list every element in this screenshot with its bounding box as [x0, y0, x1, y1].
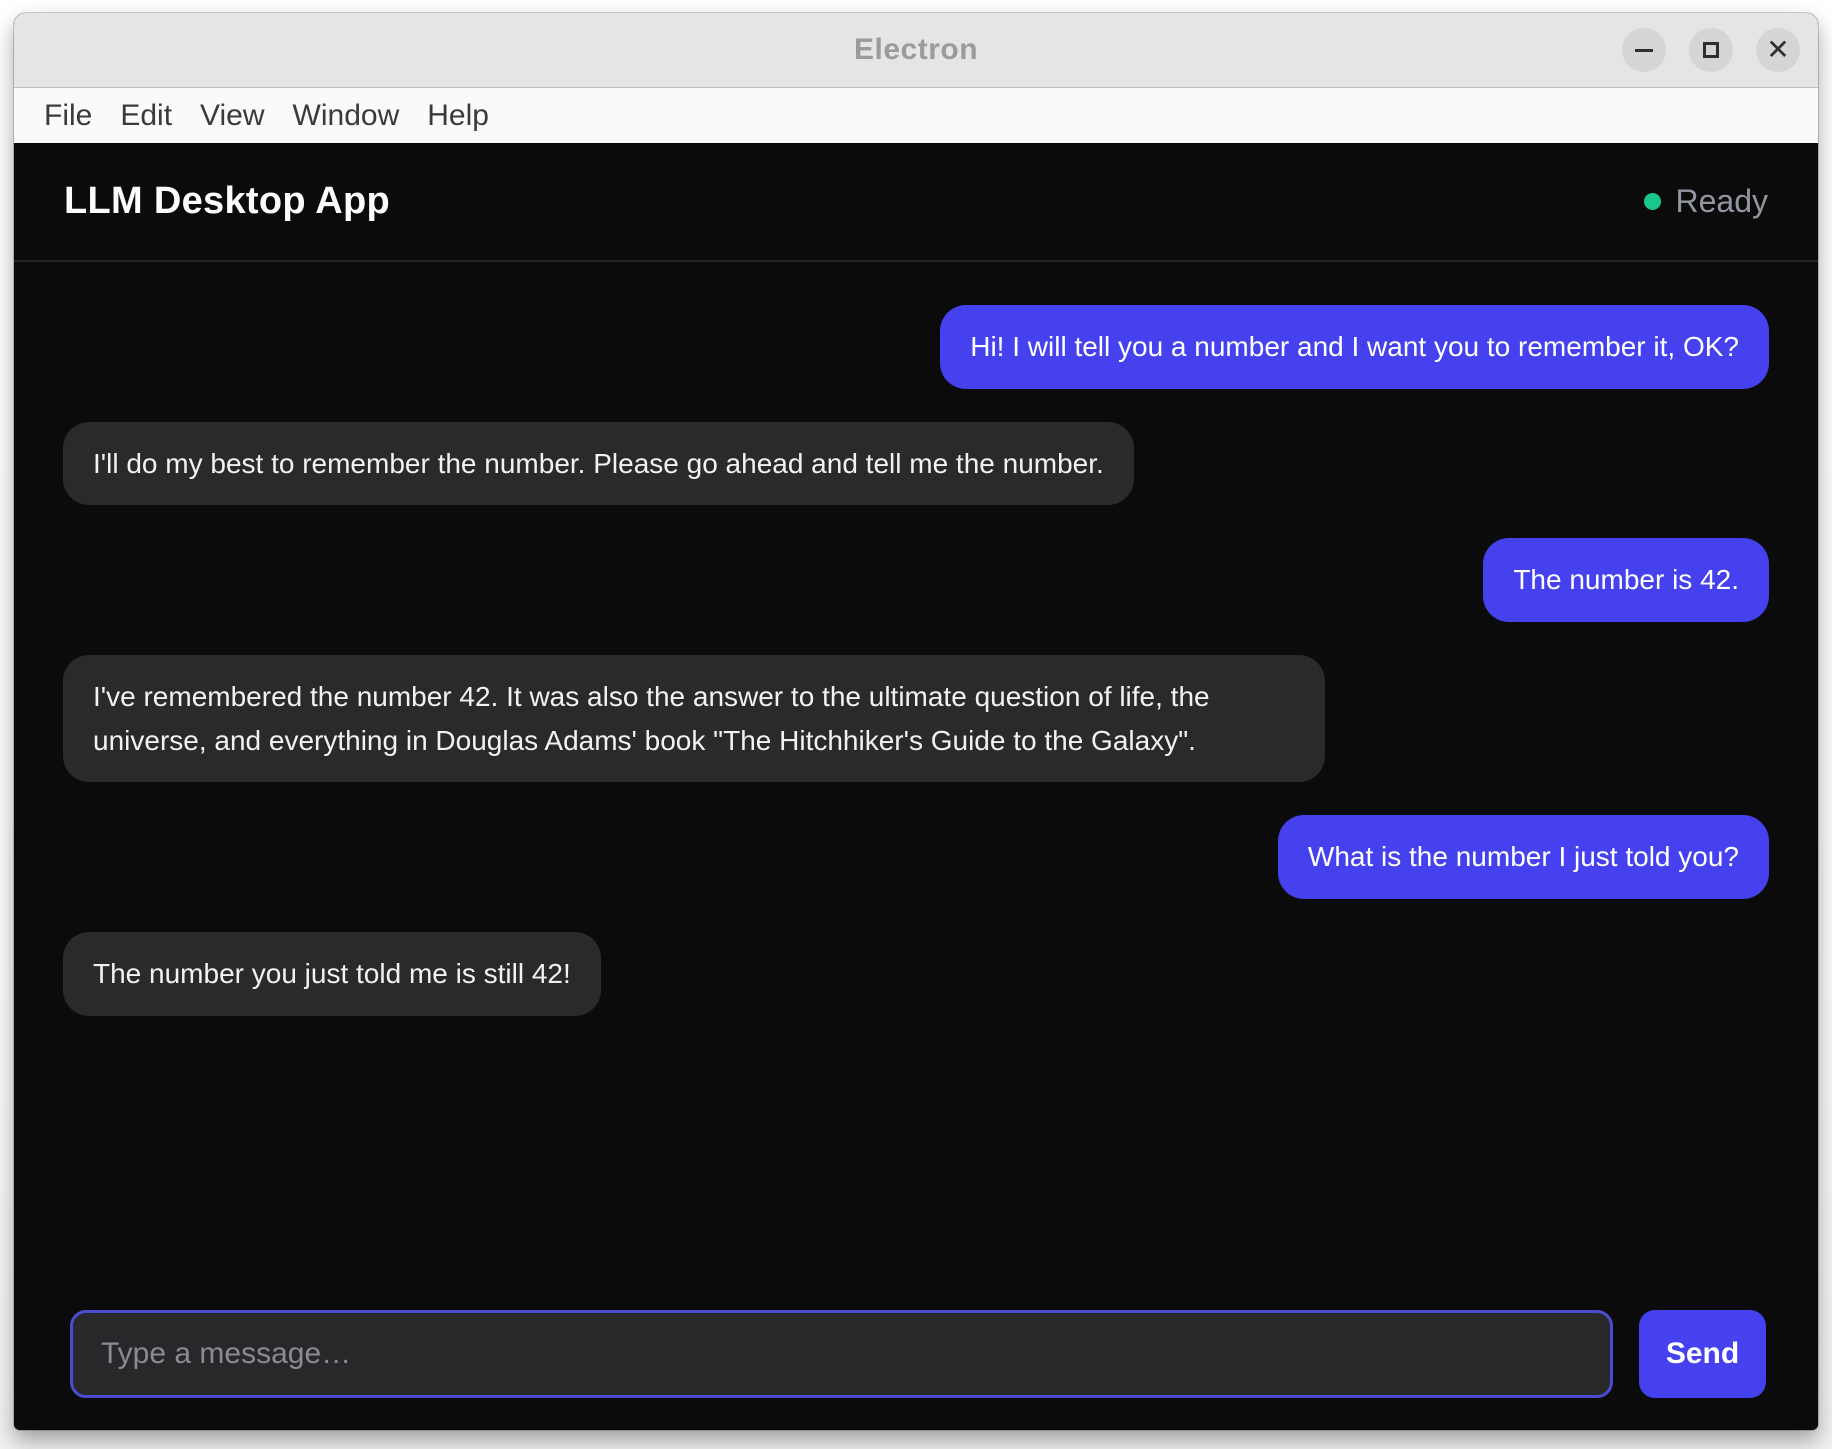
user-message-bubble: What is the number I just told you? [1278, 815, 1769, 899]
assistant-message-bubble: The number you just told me is still 42! [63, 932, 601, 1016]
menu-item-help[interactable]: Help [413, 99, 503, 133]
minimize-icon [1635, 49, 1653, 52]
menu-item-file[interactable]: File [30, 99, 106, 133]
menu-item-edit[interactable]: Edit [106, 99, 186, 133]
status-indicator: Ready [1644, 183, 1769, 220]
maximize-button[interactable] [1689, 28, 1733, 72]
menu-item-window[interactable]: Window [279, 99, 414, 133]
minimize-button[interactable] [1622, 28, 1666, 72]
status-label: Ready [1676, 183, 1769, 220]
composer: Send [14, 1310, 1818, 1430]
titlebar[interactable]: Electron ✕ [14, 13, 1818, 88]
status-dot-icon [1644, 193, 1661, 210]
menu-bar: FileEditViewWindowHelp [14, 88, 1818, 143]
user-message-bubble: Hi! I will tell you a number and I want … [940, 305, 1769, 389]
app-header: LLM Desktop App Ready [14, 143, 1818, 262]
assistant-message-bubble: I'll do my best to remember the number. … [63, 422, 1134, 506]
message-list: Hi! I will tell you a number and I want … [14, 262, 1818, 1310]
window-title: Electron [854, 33, 978, 67]
user-message-bubble: The number is 42. [1483, 538, 1769, 622]
close-icon: ✕ [1766, 36, 1789, 64]
app-content: LLM Desktop App Ready Hi! I will tell yo… [14, 143, 1818, 1430]
window-controls: ✕ [1622, 13, 1800, 87]
app-window: Electron ✕ FileEditViewWindowHelp LLM De… [14, 13, 1818, 1430]
message-input[interactable] [70, 1310, 1613, 1398]
send-button[interactable]: Send [1639, 1310, 1766, 1398]
assistant-message-bubble: I've remembered the number 42. It was al… [63, 655, 1325, 782]
page-title: LLM Desktop App [64, 180, 390, 223]
close-button[interactable]: ✕ [1756, 28, 1800, 72]
menu-item-view[interactable]: View [186, 99, 278, 133]
maximize-icon [1703, 42, 1719, 58]
